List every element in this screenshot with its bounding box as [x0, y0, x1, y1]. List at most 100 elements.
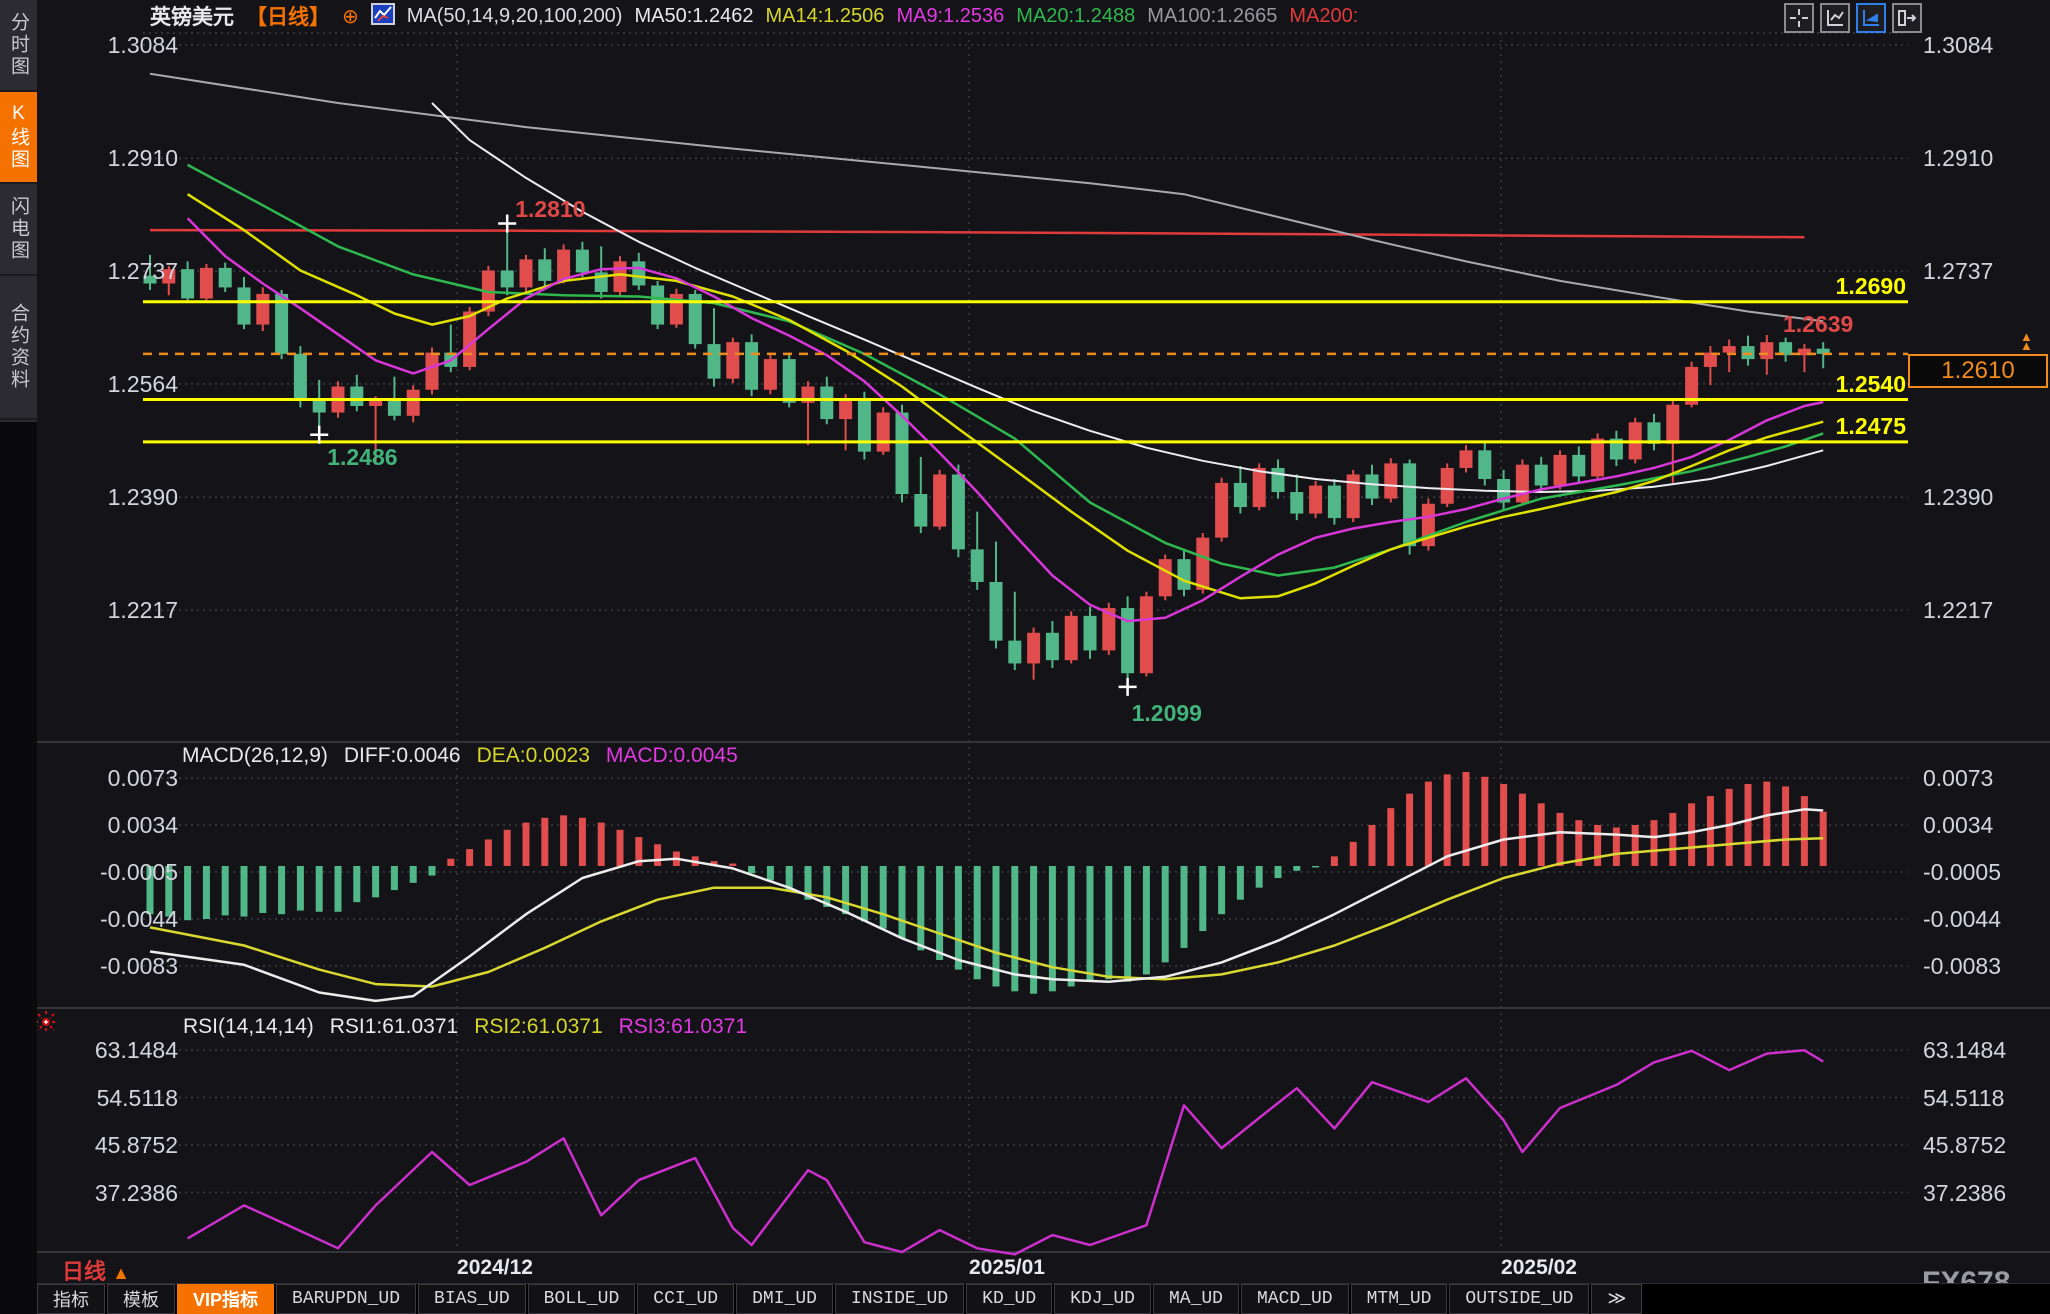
tab-mtm-ud[interactable]: MTM_UD	[1351, 1284, 1448, 1314]
tab-barupdn-ud[interactable]: BARUPDN_UD	[276, 1284, 416, 1314]
rsi-params-label: RSI(14,14,14)	[183, 1015, 314, 1039]
tab-kdj-ud[interactable]: KDJ_UD	[1054, 1284, 1151, 1314]
candle-body	[614, 261, 627, 292]
trading-app: 分时图 K线图 闪电图 合约资料 英镑美元 【日线】 ⊕ MA(50,14,9,…	[0, 0, 2050, 1314]
sidebar-item-contract-info[interactable]: 合约资料	[0, 276, 37, 420]
candle-body	[1384, 463, 1397, 498]
sidebar-item-time-chart[interactable]: 分时图	[0, 0, 37, 92]
chart-canvas	[0, 0, 2050, 1314]
kline-style-icon[interactable]	[371, 2, 395, 31]
tab-dmi-ud[interactable]: DMI_UD	[736, 1284, 833, 1314]
candle-body	[463, 312, 476, 367]
chart-toolbar	[1784, 3, 1922, 33]
macd-bar	[767, 866, 774, 880]
macd-bar	[1087, 866, 1094, 982]
candle-body	[1478, 450, 1491, 479]
tab-more[interactable]: ≫	[1591, 1284, 1642, 1314]
macd-bar	[447, 859, 454, 866]
indicator-alert-icon[interactable]	[34, 1010, 58, 1039]
macd-bar	[1613, 827, 1620, 866]
tab-inside-ud[interactable]: INSIDE_UD	[835, 1284, 964, 1314]
macd-bar	[861, 866, 868, 921]
period-dropdown-icon: ▲	[112, 1263, 130, 1283]
tab-macd-ud[interactable]: MACD_UD	[1241, 1284, 1349, 1314]
macd-bar	[1707, 796, 1714, 866]
scroll-to-latest-button[interactable]: ▲▲	[2020, 332, 2033, 350]
macd-bar	[1425, 782, 1432, 866]
tab-vip-indicator[interactable]: VIP指标	[177, 1284, 274, 1314]
candle-body	[162, 269, 175, 283]
ma200-value: MA200:	[1289, 5, 1358, 28]
tab-template[interactable]: 模板	[107, 1284, 175, 1314]
tab-outside-ud[interactable]: OUTSIDE_UD	[1449, 1284, 1589, 1314]
sidebar-item-kline-chart[interactable]: K线图	[0, 92, 37, 184]
candle-body	[1535, 465, 1548, 486]
macd-bar	[823, 866, 830, 907]
macd-bar	[1068, 866, 1075, 987]
candle-body	[1290, 492, 1303, 514]
crosshair-tool-icon[interactable]	[1784, 3, 1814, 33]
macd-bar	[1594, 825, 1601, 866]
macd-bar	[1218, 866, 1225, 914]
macd-bar	[880, 866, 887, 929]
ma-line	[188, 194, 1824, 598]
macd-value: MACD:0.0045	[606, 744, 738, 768]
tab-boll-ud[interactable]: BOLL_UD	[528, 1284, 636, 1314]
pane-layout-tool-icon[interactable]	[1892, 3, 1922, 33]
candle-body	[858, 400, 871, 452]
macd-bar	[1030, 866, 1037, 994]
candle-body	[1140, 596, 1153, 673]
macd-bar	[203, 866, 210, 919]
candle-body	[1403, 463, 1416, 546]
period-selector[interactable]: 日线 ▲	[62, 1254, 130, 1286]
macd-bar	[1726, 789, 1733, 866]
sidebar: 分时图 K线图 闪电图 合约资料	[0, 0, 37, 422]
macd-bar	[955, 866, 962, 970]
ma-line	[150, 809, 1823, 1001]
macd-bar	[1632, 825, 1639, 866]
candle-body	[839, 400, 852, 420]
macd-bar	[579, 818, 586, 866]
candle-body	[783, 359, 796, 403]
ma-line	[188, 1050, 1824, 1254]
macd-bar	[748, 866, 755, 873]
candle-body	[1234, 483, 1247, 507]
symbol-title: 英镑美元	[150, 1, 234, 31]
macd-header: MACD(26,12,9) DIFF:0.0046 DEA:0.0023 MAC…	[182, 744, 738, 768]
tab-indicator[interactable]: 指标	[37, 1284, 105, 1314]
macd-bar	[1256, 866, 1263, 888]
candle-body	[952, 474, 965, 549]
macd-bar	[184, 866, 191, 920]
left-axis-tool-icon[interactable]	[1820, 3, 1850, 33]
tab-bias-ud[interactable]: BIAS_UD	[418, 1284, 526, 1314]
rsi3-value: RSI3:61.0371	[619, 1015, 747, 1039]
x-axis-label-jan: 2025/01	[969, 1256, 1045, 1280]
macd-bar	[1124, 866, 1131, 982]
add-compare-icon[interactable]: ⊕	[342, 4, 359, 29]
sidebar-item-tick-chart[interactable]: 闪电图	[0, 184, 37, 276]
ma-line	[150, 230, 1804, 237]
candle-body	[1742, 346, 1755, 359]
macd-bar	[466, 849, 473, 866]
macd-bar	[316, 866, 323, 912]
macd-bar	[1369, 825, 1376, 866]
tab-kd-ud[interactable]: KD_UD	[966, 1284, 1052, 1314]
macd-bar	[222, 866, 229, 915]
macd-dea-value: DEA:0.0023	[477, 744, 590, 768]
candle-body	[990, 582, 1003, 641]
candle-body	[1008, 641, 1021, 664]
macd-bar	[899, 866, 906, 938]
tab-ma-ud[interactable]: MA_UD	[1153, 1284, 1239, 1314]
macd-bar	[974, 866, 981, 979]
macd-bar	[729, 864, 736, 866]
macd-diff-value: DIFF:0.0046	[344, 744, 461, 768]
right-axis-tool-icon[interactable]	[1856, 3, 1886, 33]
macd-bar	[297, 866, 304, 911]
macd-bar	[1745, 784, 1752, 866]
rsi-header: RSI(14,14,14) RSI1:61.0371 RSI2:61.0371 …	[183, 1015, 747, 1039]
candle-body	[557, 250, 570, 281]
macd-bar	[335, 866, 342, 912]
period-tag[interactable]: 【日线】	[246, 1, 330, 31]
macd-bar	[1669, 813, 1676, 866]
tab-cci-ud[interactable]: CCI_UD	[637, 1284, 734, 1314]
